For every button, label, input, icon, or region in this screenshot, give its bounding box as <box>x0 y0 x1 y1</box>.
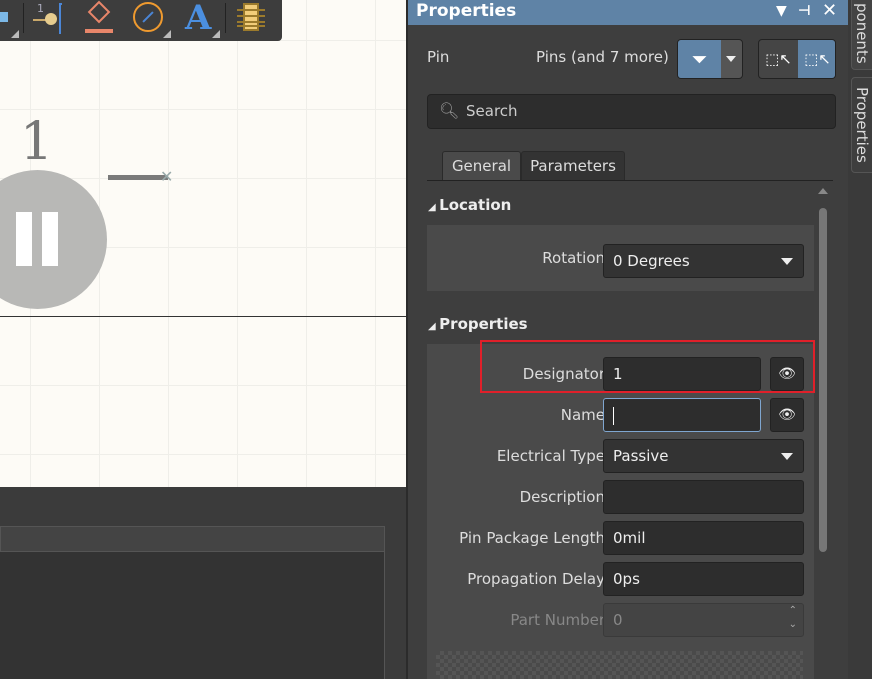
side-tab-strip: ponents Properties <box>848 0 872 679</box>
designator-field[interactable]: 1 <box>603 357 761 391</box>
designator-label: Designator <box>522 365 605 383</box>
properties-section-header[interactable]: ◢ Properties <box>428 315 528 333</box>
panel-header: Properties ▼ ⊣ ✕ <box>408 0 848 25</box>
designator-visibility-eye-icon[interactable]: 👁︎ <box>770 357 804 391</box>
chevron-down-icon[interactable] <box>726 56 736 62</box>
scrollbar-up-icon[interactable] <box>818 188 828 194</box>
location-section-header[interactable]: ◢ Location <box>428 196 511 214</box>
pin-icon[interactable]: ⊣ <box>798 0 811 22</box>
pin-package-length-field[interactable]: 0mil <box>603 521 804 555</box>
arc-icon[interactable] <box>133 2 163 32</box>
filter-icon[interactable]: ⏷ <box>678 40 721 78</box>
object-type: Pin <box>427 48 450 66</box>
tab-general[interactable]: General <box>442 151 521 181</box>
pin-line[interactable] <box>108 175 168 180</box>
propagation-delay-field[interactable]: 0ps <box>603 562 804 596</box>
location-title: Location <box>439 196 512 214</box>
filter-button[interactable]: ⏷ <box>677 39 743 79</box>
stepper-arrows-icon[interactable]: ⌃ ⌄ <box>789 604 797 632</box>
part-number-label: Part Number <box>510 611 605 629</box>
chevron-down-icon <box>781 258 793 265</box>
tab-divider <box>427 180 833 181</box>
bottom-panel <box>0 487 406 679</box>
electrical-type-label: Electrical Type <box>496 447 605 465</box>
part-number-stepper[interactable]: 0 ⌃ ⌄ <box>603 603 804 637</box>
text-icon[interactable]: A <box>185 0 211 38</box>
select-touching-icon[interactable]: ⬚↖ <box>798 40 835 78</box>
schematic-canvas[interactable]: 1 ✕ 1 A <box>0 0 406 487</box>
pin-hotspot-x-icon: ✕ <box>160 167 174 186</box>
pause-bar-left <box>16 212 32 266</box>
location-section: Rotation 0 Degrees <box>427 225 814 291</box>
dropdown-icon[interactable]: ▼ <box>776 0 787 22</box>
search-placeholder: Search <box>466 102 518 120</box>
side-tab-properties[interactable]: Properties <box>851 77 872 173</box>
name-field[interactable] <box>603 398 761 432</box>
properties-section: Designator 1 👁︎ Name 👁︎ Electrical Type … <box>427 340 815 679</box>
pin-designator-label: 1 <box>20 112 54 172</box>
text-cursor <box>613 406 614 425</box>
properties-panel: Properties ▼ ⊣ ✕ Pin Pins (and 7 more) ⏷… <box>406 0 848 679</box>
close-icon[interactable]: ✕ <box>822 0 837 22</box>
bottom-panel-header <box>0 526 385 552</box>
tab-parameters[interactable]: Parameters <box>521 151 625 181</box>
selection-summary: Pins (and 7 more) <box>536 48 669 66</box>
selection-mode-group: ⬚↖ ⬚↖ <box>758 39 836 79</box>
description-label: Description <box>519 488 605 506</box>
scrollbar-thumb[interactable] <box>819 208 827 552</box>
rotation-value: 0 Degrees <box>613 252 690 270</box>
electrical-type-dropdown[interactable]: Passive <box>603 439 804 473</box>
component-icon[interactable] <box>237 3 265 31</box>
sheet-border-line <box>0 316 406 317</box>
electrical-type-value: Passive <box>613 447 669 465</box>
pin-package-length-label: Pin Package Length <box>459 529 605 547</box>
rotation-dropdown[interactable]: 0 Degrees <box>603 244 804 278</box>
description-field[interactable] <box>603 480 804 514</box>
bus-icon[interactable] <box>0 12 8 22</box>
side-tab-components[interactable]: ponents <box>851 0 872 70</box>
drawing-toolbar: 1 A <box>0 0 282 41</box>
name-label: Name <box>560 406 605 424</box>
collapse-icon: ◢ <box>428 202 440 213</box>
pin-icon[interactable]: 1 <box>33 2 63 34</box>
chevron-down-icon <box>781 453 793 460</box>
pause-bar-right <box>42 212 58 266</box>
port-icon[interactable] <box>85 0 113 33</box>
rotation-label: Rotation <box>542 249 605 267</box>
search-input[interactable]: 🔍︎ Search <box>427 94 836 129</box>
part-number-value: 0 <box>613 611 623 629</box>
propagation-delay-label: Propagation Delay <box>467 570 605 588</box>
panel-title: Properties <box>416 1 517 21</box>
collapse-icon: ◢ <box>428 321 440 332</box>
bottom-panel-content <box>0 552 385 679</box>
search-icon: 🔍︎ <box>439 101 460 120</box>
properties-title: Properties <box>439 315 528 333</box>
name-visibility-eye-icon[interactable]: 👁︎ <box>770 398 804 432</box>
select-inside-icon[interactable]: ⬚↖ <box>759 40 798 78</box>
pin-preview <box>436 651 803 679</box>
